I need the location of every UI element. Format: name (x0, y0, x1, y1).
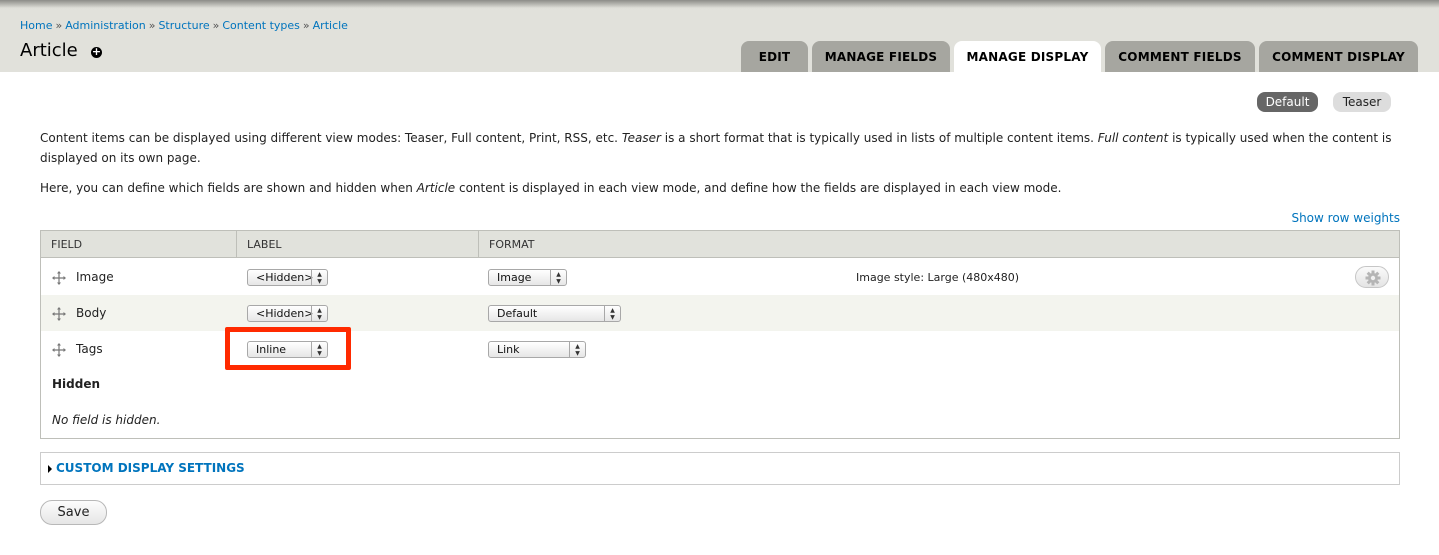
select-value: Link (497, 343, 520, 356)
save-button[interactable]: Save (40, 500, 107, 525)
breadcrumb-content-types[interactable]: Content types (222, 19, 300, 32)
tab-comment-display[interactable]: COMMENT DISPLAY (1259, 41, 1418, 72)
breadcrumb-administration[interactable]: Administration (65, 19, 146, 32)
column-header-field: FIELD (51, 238, 83, 251)
description-text: Here, you can define which fields are sh… (40, 181, 417, 195)
collapse-triangle-icon[interactable] (48, 465, 52, 473)
tab-manage-display[interactable]: MANAGE DISPLAY (954, 41, 1101, 72)
table-row: Image <Hidden> ▲ ▼ Image ▲ ▼ Image style: … (41, 259, 1399, 295)
custom-display-settings-fieldset: CUSTOM DISPLAY SETTINGS (40, 452, 1400, 485)
select-value: <Hidden> (256, 307, 314, 320)
description-emphasis: Full content (1097, 131, 1169, 145)
tab-manage-fields[interactable]: MANAGE FIELDS (812, 41, 950, 72)
format-select-image[interactable]: Image ▲ ▼ (488, 269, 567, 286)
select-arrows-icon: ▲ ▼ (311, 270, 327, 285)
highlight-annotation-box (225, 327, 351, 370)
select-value: Default (497, 307, 538, 320)
column-header-format: FORMAT (478, 231, 1399, 258)
page-title: Article (20, 40, 78, 61)
field-name-image: Image (76, 270, 114, 284)
select-value: Image (497, 271, 532, 284)
format-select-tags[interactable]: Link ▲ ▼ (488, 341, 586, 358)
select-arrows-icon: ▲ ▼ (311, 306, 327, 321)
view-mode-teaser[interactable]: Teaser (1333, 92, 1391, 112)
breadcrumb-home[interactable]: Home (20, 19, 52, 32)
add-shortcut-icon[interactable]: + (91, 46, 102, 58)
description-view-modes: Content items can be displayed using dif… (40, 128, 1400, 168)
column-header-label: LABEL (236, 231, 478, 258)
admin-header: Home» Administration» Structure» Content ty… (0, 0, 1439, 72)
select-arrows-icon: ▲ ▼ (550, 270, 566, 285)
description-text: content is displayed in each view mode, … (455, 181, 1062, 195)
drag-handle-icon[interactable] (52, 307, 66, 321)
formatter-summary: Image style: Large (480x480) (856, 271, 1020, 284)
tab-edit[interactable]: EDIT (741, 41, 808, 72)
select-arrows-icon: ▲ ▼ (569, 342, 585, 357)
select-arrows-icon: ▲ ▼ (604, 306, 620, 321)
description-text: is a short format that is typically used… (660, 131, 1098, 145)
breadcrumb-article[interactable]: Article (313, 19, 348, 32)
drag-handle-icon[interactable] (52, 343, 66, 357)
description-text: Content items can be displayed using dif… (40, 131, 622, 145)
table-header: FIELD LABEL FORMAT (41, 231, 1399, 258)
select-value: <Hidden> (256, 271, 314, 284)
field-display-table: FIELD LABEL FORMAT Image <Hidden> ▲ ▼ Ima… (40, 230, 1400, 439)
breadcrumb-structure[interactable]: Structure (158, 19, 209, 32)
description-emphasis: Article (416, 181, 456, 195)
table-row: Body <Hidden> ▲ ▼ Default ▲ ▼ (41, 295, 1399, 331)
breadcrumb-separator: » (148, 19, 156, 32)
description-fields: Here, you can define which fields are sh… (40, 178, 1400, 198)
formatter-settings-button[interactable] (1355, 266, 1389, 288)
description-emphasis: Teaser (621, 131, 661, 145)
breadcrumb: Home» Administration» Structure» Content ty… (20, 19, 348, 32)
label-select-body[interactable]: <Hidden> ▲ ▼ (247, 305, 328, 322)
gear-icon (1365, 270, 1381, 286)
toolbar-shadow (0, 0, 1439, 8)
breadcrumb-separator: » (302, 19, 310, 32)
hidden-region-heading: Hidden (52, 377, 101, 391)
view-mode-default[interactable]: Default (1257, 92, 1318, 112)
drag-handle-icon[interactable] (52, 271, 66, 285)
custom-display-settings-toggle[interactable]: CUSTOM DISPLAY SETTINGS (56, 461, 245, 475)
field-name-tags: Tags (76, 342, 103, 356)
label-select-image[interactable]: <Hidden> ▲ ▼ (247, 269, 328, 286)
hidden-region-empty-message: No field is hidden. (52, 413, 161, 427)
tab-comment-fields[interactable]: COMMENT FIELDS (1105, 41, 1255, 72)
format-select-body[interactable]: Default ▲ ▼ (488, 305, 621, 322)
field-name-body: Body (76, 306, 107, 320)
breadcrumb-separator: » (55, 19, 63, 32)
show-row-weights-link[interactable]: Show row weights (1291, 211, 1400, 225)
breadcrumb-separator: » (212, 19, 220, 32)
